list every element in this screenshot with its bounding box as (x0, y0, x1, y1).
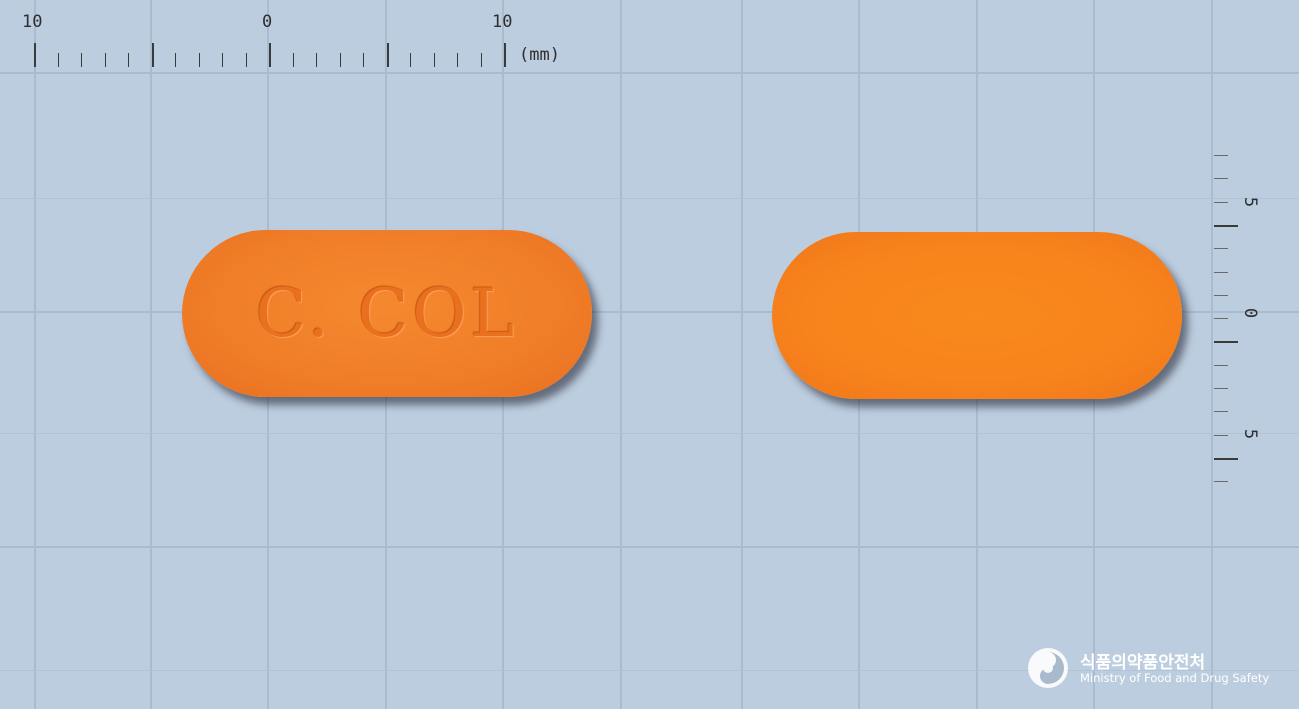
ruler-tick (1214, 248, 1228, 250)
ruler-tick (151, 43, 154, 67)
ruler-label: 0 (262, 12, 273, 32)
grid-line (620, 0, 622, 709)
logo-korean-text: 식품의약품안전처 (1080, 653, 1206, 673)
grid-line (150, 0, 152, 709)
ruler-tick (269, 43, 271, 67)
ruler-tick (363, 53, 364, 67)
ruler-tick (1214, 341, 1238, 344)
ruler-tick (410, 53, 411, 67)
ruler-tick (1214, 224, 1238, 227)
ruler-tick (1214, 178, 1228, 180)
grid-line (0, 546, 1299, 548)
ruler-tick (34, 43, 36, 67)
pill-imprint: C. COL (255, 275, 519, 352)
mfds-emblem-icon (1028, 648, 1068, 688)
ruler-tick (1214, 481, 1228, 483)
grid-line (0, 198, 1299, 199)
ruler-tick (1214, 411, 1228, 413)
ruler-tick (222, 53, 223, 67)
ruler-tick (1214, 364, 1228, 366)
grid-line (741, 0, 743, 709)
ruler-tick (128, 53, 129, 67)
grid-line (0, 433, 1299, 434)
ruler-label: 5 (1240, 428, 1260, 440)
ruler-tick (1214, 271, 1228, 273)
ruler-tick (1214, 457, 1238, 460)
pill-back (772, 232, 1182, 399)
ruler-label: 5 (1240, 196, 1260, 208)
ruler-unit: (mm) (519, 45, 560, 65)
ruler-tick (480, 53, 482, 67)
ruler-tick (245, 53, 247, 67)
ruler-tick (1214, 434, 1228, 436)
ruler-label: 10 (22, 12, 43, 32)
ruler-tick (104, 53, 106, 67)
photo-stage: 10 0 10 (mm) 5 0 5 C. COL 식품의약품안전처 Minis… (0, 0, 1299, 709)
horizontal-ruler: 10 0 10 (mm) (0, 0, 600, 75)
ruler-tick (1214, 155, 1228, 156)
logo-english-text: Ministry of Food and Drug Safety (1080, 671, 1270, 685)
grid-line (34, 0, 36, 709)
ruler-tick (198, 53, 200, 67)
mfds-logo: 식품의약품안전처 Ministry of Food and Drug Safet… (1028, 646, 1270, 696)
ruler-label: 0 (1240, 307, 1260, 319)
ruler-tick (457, 53, 458, 67)
vertical-ruler: 5 0 5 (1200, 140, 1280, 500)
ruler-tick (81, 53, 82, 67)
ruler-tick (1214, 388, 1228, 389)
ruler-tick (386, 43, 389, 67)
ruler-tick (57, 53, 59, 67)
ruler-tick (1214, 318, 1228, 320)
ruler-tick (1214, 201, 1228, 203)
ruler-label: 10 (492, 12, 513, 32)
ruler-tick (433, 53, 435, 67)
ruler-tick (292, 53, 294, 67)
ruler-tick (339, 53, 341, 67)
ruler-tick (316, 53, 317, 67)
pill-front: C. COL (182, 230, 592, 397)
ruler-tick (1214, 294, 1228, 296)
ruler-tick (504, 43, 506, 67)
ruler-tick (175, 53, 176, 67)
